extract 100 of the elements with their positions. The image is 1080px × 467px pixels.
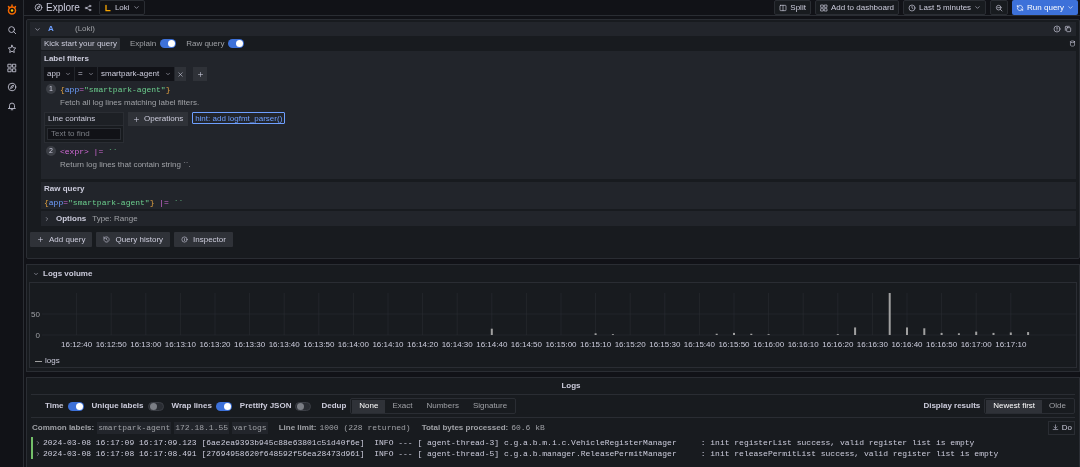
close-icon xyxy=(177,70,184,78)
toggle-label: Prettify JSON xyxy=(239,400,292,412)
x-axis-label: 16:14:20 xyxy=(407,340,439,349)
kick-start-button[interactable]: Kick start your query xyxy=(41,37,120,50)
query-datasource: (Loki) xyxy=(75,23,95,35)
info-icon xyxy=(181,236,189,243)
x-axis-label: 16:16:10 xyxy=(787,340,819,349)
refresh-icon xyxy=(1016,3,1025,12)
logs-volume-toggle[interactable]: Logs volume xyxy=(29,265,97,282)
add-query-button[interactable]: Add query xyxy=(30,232,93,247)
grafana-logo-icon xyxy=(5,4,18,16)
x-axis-label: 16:16:40 xyxy=(891,340,923,349)
toggle-switch[interactable] xyxy=(67,401,84,411)
x-axis-label: 16:15:20 xyxy=(614,340,646,349)
legend-item[interactable]: logs xyxy=(30,355,65,367)
star-icon[interactable] xyxy=(6,44,17,54)
dashboard-button[interactable]: Add to dashboard xyxy=(814,0,900,15)
x-axis-label: 16:16:00 xyxy=(753,340,785,349)
log-row[interactable]: 2024-03-08 16:17:08 16:17:08.491 [27694958620f648592f56ea28473d961] INFO --- [ agent-thread-5] c.g.a.b.manager.ReleasePermitManager : init releasePermitList success, valid register list is empty xyxy=(31,448,1075,459)
section-label: Raw query xyxy=(44,182,85,195)
label-label-select[interactable]: app xyxy=(44,67,74,81)
volume-bar xyxy=(888,293,891,335)
volume-bar xyxy=(992,332,995,335)
x-axis-label: 16:16:50 xyxy=(926,340,958,349)
toggle-switch[interactable] xyxy=(215,401,232,411)
query-history-button[interactable]: Query history xyxy=(96,232,171,247)
x-axis-label: 16:15:50 xyxy=(718,340,750,349)
meta-label: Total bytes processed: xyxy=(421,421,509,434)
x-axis-label: 16:13:50 xyxy=(303,340,335,349)
bell-icon[interactable] xyxy=(6,101,17,111)
meta-label: Common labels: xyxy=(32,421,95,434)
segment-option[interactable]: Exact xyxy=(385,399,420,413)
x-axis-label: 16:15:00 xyxy=(545,340,577,349)
x-axis-label: 16:13:30 xyxy=(234,340,266,349)
label-value-select[interactable]: smartpark-agent xyxy=(98,67,174,81)
x-axis-label: 16:16:20 xyxy=(822,340,854,349)
volume-bar xyxy=(1027,332,1030,335)
x-axis-label: 16:15:10 xyxy=(580,340,612,349)
database-icon xyxy=(1069,40,1076,47)
datasource-picker[interactable]: Loki xyxy=(98,0,145,15)
label-chip: varlogs xyxy=(232,421,268,434)
label-chip: 172.18.1.55 xyxy=(174,421,230,434)
share-icon xyxy=(83,3,92,12)
search-icon[interactable] xyxy=(6,25,17,35)
y-axis-label: 0 xyxy=(35,331,40,340)
toggle-label: Unique labels xyxy=(91,400,144,412)
chevron-down-icon xyxy=(65,71,71,77)
time-button[interactable]: Last 5 minutes xyxy=(903,0,987,15)
add-filter-button[interactable] xyxy=(193,67,207,81)
toggle-switch[interactable] xyxy=(295,401,312,411)
log-row[interactable]: 2024-03-08 16:17:09 16:17:09.123 [6ae2ea9393b945c88e63801c51d40f6e] INFO --- [ agent-thread-3] c.g.a.b.m.i.c.VehicleRegisterManager : init registerList success, valid register list is empty xyxy=(31,437,1075,448)
run-button[interactable]: Run query xyxy=(1012,0,1078,15)
toggle-switch[interactable] xyxy=(228,39,245,48)
x-axis-label: 16:17:00 xyxy=(960,340,992,349)
section-label: Label filters xyxy=(44,53,89,65)
inspector-button[interactable]: Inspector xyxy=(174,232,233,247)
meta-value: 1000 (228 returned) xyxy=(319,421,411,434)
step-description: Return log lines that contain string ``. xyxy=(60,159,191,171)
log-line: 2024-03-08 16:17:09 16:17:09.123 [6ae2ea9393b945c88e63801c51d40f6e] INFO --- [ agent-thread-3] c.g.a.b.m.i.c.VehicleRegisterManager : init registerList success, valid register list is empty xyxy=(43,436,975,449)
zoom-out-icon xyxy=(995,3,1004,12)
segment-option[interactable]: Numbers xyxy=(419,399,466,413)
chevron-right-icon xyxy=(44,215,50,222)
remove-filter-button[interactable] xyxy=(175,67,186,81)
x-axis-label: 16:13:10 xyxy=(164,340,196,349)
meta-value: 60.6 kB xyxy=(511,421,545,434)
toggle-switch[interactable] xyxy=(160,39,177,48)
dashboards-grid-icon[interactable] xyxy=(6,63,17,73)
x-axis-label: 16:13:20 xyxy=(199,340,231,349)
loki-logo-icon xyxy=(103,3,112,12)
hint-button[interactable]: hint: add logfmt_parser() xyxy=(192,112,286,124)
x-axis-label: 16:12:50 xyxy=(95,340,127,349)
x-axis-label: 16:15:30 xyxy=(649,340,681,349)
x-axis-label: 16:12:40 xyxy=(61,340,93,349)
x-axis-label: 16:14:50 xyxy=(510,340,542,349)
download-button[interactable]: Do xyxy=(1047,420,1075,435)
x-axis-label: 16:15:40 xyxy=(683,340,715,349)
segment-option[interactable]: Olde xyxy=(1042,399,1073,413)
operation-title: Line contains xyxy=(45,113,123,126)
compass-icon[interactable] xyxy=(6,82,17,92)
toggle-label: Explain xyxy=(129,37,157,50)
text-to-find-input[interactable]: Text to find xyxy=(47,128,121,140)
chevron-down-icon xyxy=(33,270,39,277)
segment-option[interactable]: Newest first xyxy=(986,399,1043,413)
volume-bar xyxy=(490,328,493,335)
x-axis-label: 16:13:40 xyxy=(268,340,300,349)
segment-option[interactable]: Signature xyxy=(465,399,515,413)
zoom-out-button[interactable] xyxy=(990,0,1009,15)
history-icon xyxy=(103,236,111,243)
clock-icon xyxy=(908,3,917,12)
segment-option[interactable]: None xyxy=(352,399,386,413)
split-button[interactable]: Split xyxy=(774,0,811,15)
grid-icon xyxy=(819,3,828,12)
explore-title-button[interactable]: Explore xyxy=(34,0,80,15)
segment-label: Dedup xyxy=(321,400,347,412)
label-operator-select[interactable]: = xyxy=(75,67,97,81)
toggle-label: Wrap lines xyxy=(171,400,212,412)
options-row[interactable]: Options Type: Range xyxy=(41,211,1076,226)
toggle-switch[interactable] xyxy=(147,401,164,411)
operations-button[interactable]: Operations xyxy=(128,112,189,126)
toggle-label: Time xyxy=(45,400,64,412)
